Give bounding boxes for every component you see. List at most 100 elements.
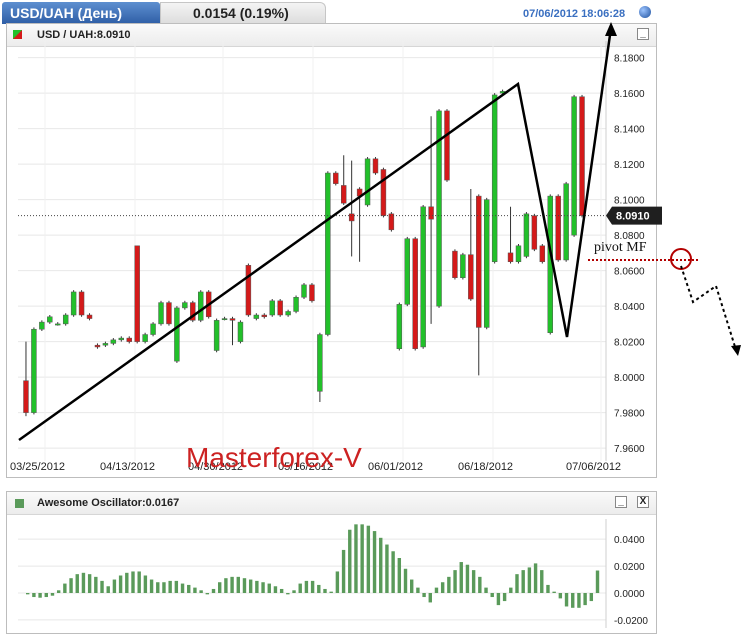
osc-bar [180, 583, 185, 593]
candle-down [579, 96, 585, 216]
candle-up [31, 328, 37, 413]
candle-up [325, 172, 331, 335]
price-y-tick: 8.0400 [614, 302, 645, 313]
osc-bar [137, 571, 141, 593]
candle-up [182, 302, 188, 309]
osc-bar [484, 587, 488, 593]
candle-up [150, 323, 156, 335]
price-y-tick: 8.1000 [614, 196, 645, 207]
osc-bar [56, 590, 61, 593]
candle-down [412, 238, 418, 349]
candle-down [134, 245, 140, 342]
candle-up [102, 343, 109, 346]
osc-y-tick: 0.0000 [614, 589, 645, 600]
osc-bar [94, 576, 98, 593]
osc-bar [391, 551, 395, 593]
price-y-tick: 7.9800 [614, 409, 645, 420]
osc-bar [162, 582, 166, 593]
osc-bar [502, 593, 507, 602]
osc-bar [317, 584, 321, 593]
candle-down [23, 380, 29, 413]
osc-bar [174, 580, 179, 593]
osc-bar [261, 582, 265, 593]
candle-up [39, 321, 45, 330]
osc-bar [211, 588, 216, 593]
osc-bar [496, 593, 501, 606]
candle-down [126, 337, 132, 342]
osc-bar [589, 593, 594, 602]
osc-bar [205, 593, 210, 595]
osc-bar [242, 578, 247, 593]
candle-down [555, 195, 561, 261]
osc-bar [292, 590, 296, 593]
osc-bar [564, 593, 569, 607]
osc-bar [558, 593, 563, 599]
candle-up [293, 297, 299, 312]
candle-down [531, 215, 538, 250]
osc-bar [267, 583, 271, 593]
candle-up [47, 316, 53, 323]
price-y-tick: 8.1800 [614, 54, 645, 65]
candle-up [174, 307, 180, 362]
osc-bar [230, 576, 234, 593]
osc-bar [341, 549, 346, 593]
chart-canvas: 8.18008.16008.14008.12008.10008.08008.06… [10, 22, 741, 628]
osc-bar [478, 576, 482, 593]
osc-bar [112, 579, 117, 593]
trend-arrowhead [605, 22, 617, 36]
candle-up [198, 291, 204, 321]
candle-down [452, 250, 458, 278]
watermark: Masterforex-V [186, 442, 362, 473]
osc-bar [329, 591, 333, 593]
osc-bar [515, 574, 519, 593]
price-x-tick: 03/25/2012 [10, 461, 65, 473]
osc-bar [44, 593, 48, 598]
osc-bar [236, 576, 240, 593]
osc-bar [348, 529, 352, 593]
osc-bar [100, 580, 104, 593]
osc-bar [168, 580, 172, 593]
osc-bar [193, 587, 197, 593]
candle-up [70, 291, 77, 316]
candle-up [420, 206, 426, 348]
osc-bar [533, 563, 538, 593]
price-x-tick: 07/06/2012 [566, 461, 621, 473]
candle-up [364, 158, 371, 206]
candle-down [428, 206, 434, 220]
osc-bar [577, 593, 581, 608]
candle-up [515, 245, 522, 263]
candle-up [285, 311, 291, 316]
osc-bar [125, 572, 129, 593]
osc-bar [440, 582, 445, 593]
price-y-tick: 8.1400 [614, 125, 645, 136]
candle-up [118, 337, 125, 341]
osc-bar [81, 572, 86, 593]
candle-up [301, 284, 307, 298]
candle-down [333, 172, 339, 184]
osc-bar [422, 593, 426, 598]
candle-down [380, 169, 387, 216]
candle-up [460, 254, 466, 278]
osc-bar [298, 583, 302, 593]
osc-bar [26, 593, 30, 595]
osc-bar [552, 591, 556, 593]
candle-up [571, 96, 577, 236]
osc-bar [546, 584, 550, 593]
price-y-tick: 8.1600 [614, 89, 645, 100]
candle-up [491, 94, 498, 263]
candle-up [237, 321, 244, 342]
candle-down [348, 213, 355, 222]
osc-bar [372, 531, 377, 593]
osc-bar [255, 580, 259, 593]
candle-up [404, 238, 410, 305]
candle-down [229, 318, 236, 321]
candle-down [245, 265, 252, 316]
osc-bar [521, 570, 525, 593]
osc-bar [509, 587, 513, 593]
candle-down [539, 245, 546, 263]
osc-bar [434, 587, 439, 593]
candle-down [372, 158, 379, 174]
osc-bar [224, 578, 228, 593]
osc-bar [354, 524, 358, 593]
candle-up [110, 339, 117, 344]
